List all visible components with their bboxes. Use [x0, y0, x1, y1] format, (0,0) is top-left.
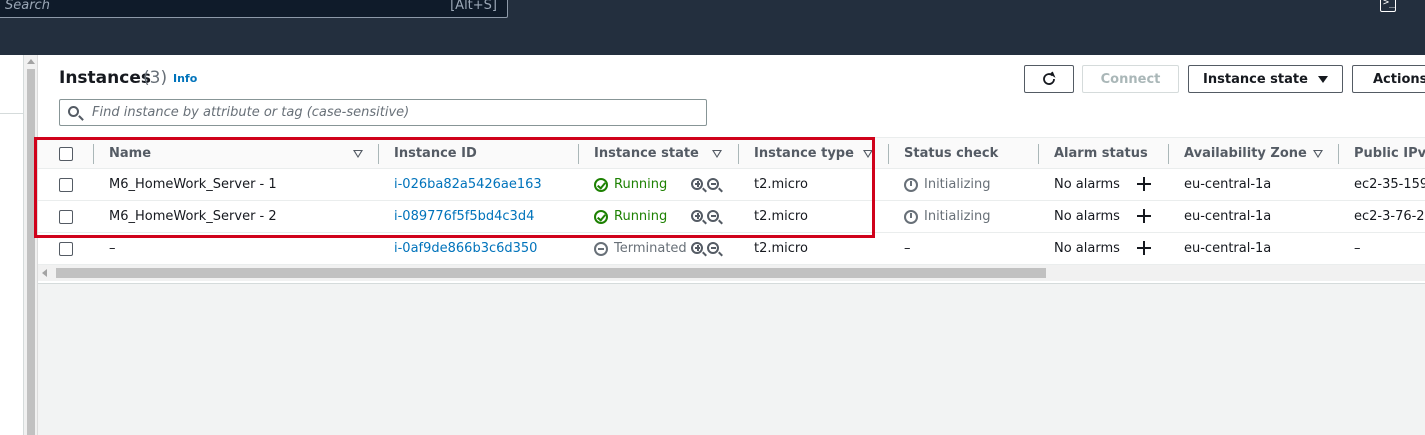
- status-check: Initializing: [924, 177, 991, 192]
- filter-instances-input[interactable]: Find instance by attribute or tag (case-…: [59, 99, 707, 126]
- scroll-up-arrow-icon[interactable]: [27, 59, 35, 64]
- status-check: –: [904, 241, 911, 256]
- filter-placeholder: Find instance by attribute or tag (case-…: [92, 105, 410, 120]
- side-navigation-collapsed: [0, 55, 24, 435]
- availability-zone: eu-central-1a: [1184, 177, 1272, 192]
- add-alarm-icon[interactable]: [1137, 177, 1151, 191]
- column-header-status-check[interactable]: Status check: [904, 138, 998, 170]
- column-header-public-ipv4[interactable]: Public IPv4: [1354, 138, 1425, 170]
- scroll-left-arrow-icon[interactable]: [42, 269, 47, 277]
- actions-dropdown[interactable]: Actions: [1352, 65, 1425, 93]
- connect-button[interactable]: Connect: [1082, 65, 1179, 93]
- sort-icon[interactable]: [1313, 150, 1323, 158]
- column-header-alarm-status[interactable]: Alarm status: [1054, 138, 1148, 170]
- horizontal-scrollbar-thumb[interactable]: [56, 268, 1046, 278]
- refresh-icon: [1043, 71, 1056, 85]
- instance-count: (3): [143, 68, 168, 88]
- add-alarm-icon[interactable]: [1137, 209, 1151, 223]
- availability-zone: eu-central-1a: [1184, 241, 1272, 256]
- alarm-status: No alarms: [1054, 209, 1120, 224]
- alarm-status: No alarms: [1054, 241, 1120, 256]
- clock-icon: [904, 210, 918, 224]
- search-icon: [68, 106, 79, 117]
- top-navigation-bar: Search [Alt+S] >_: [0, 0, 1425, 55]
- vertical-scrollbar[interactable]: [24, 55, 38, 435]
- highlight-annotation-box: [34, 137, 875, 238]
- horizontal-scrollbar[interactable]: [38, 265, 1425, 281]
- instance-state-dropdown[interactable]: Instance state: [1188, 65, 1343, 93]
- page-title: Instances: [59, 68, 151, 88]
- info-link[interactable]: Info: [173, 72, 197, 85]
- refresh-button[interactable]: [1024, 65, 1074, 93]
- zoom-out-icon[interactable]: [707, 242, 719, 254]
- alarm-status: No alarms: [1054, 177, 1120, 192]
- status-check: Initializing: [924, 209, 991, 224]
- public-ipv4-dns: ec2-3-76-2: [1354, 209, 1425, 224]
- terminated-status-icon: [594, 242, 608, 256]
- caret-down-icon: [1317, 75, 1328, 83]
- add-alarm-icon[interactable]: [1137, 241, 1151, 255]
- availability-zone: eu-central-1a: [1184, 209, 1272, 224]
- public-ipv4-dns: –: [1354, 241, 1361, 256]
- search-placeholder: Search: [5, 0, 50, 13]
- row-checkbox[interactable]: [59, 242, 73, 256]
- public-ipv4-dns: ec2-35-159: [1354, 177, 1425, 192]
- clock-icon: [904, 178, 918, 192]
- vertical-scrollbar-thumb[interactable]: [27, 69, 35, 435]
- instances-panel: Instances (3) Info Connect Instance stat…: [38, 55, 1425, 435]
- column-header-availability-zone[interactable]: Availability Zone: [1184, 138, 1307, 170]
- instance-state-label: Instance state: [1203, 71, 1308, 87]
- search-shortcut-hint: [Alt+S]: [450, 0, 497, 13]
- global-search-input[interactable]: Search [Alt+S]: [0, 0, 508, 18]
- cloudshell-icon[interactable]: >_: [1380, 0, 1396, 12]
- zoom-in-icon[interactable]: [691, 242, 703, 254]
- actions-label: Actions: [1373, 71, 1425, 87]
